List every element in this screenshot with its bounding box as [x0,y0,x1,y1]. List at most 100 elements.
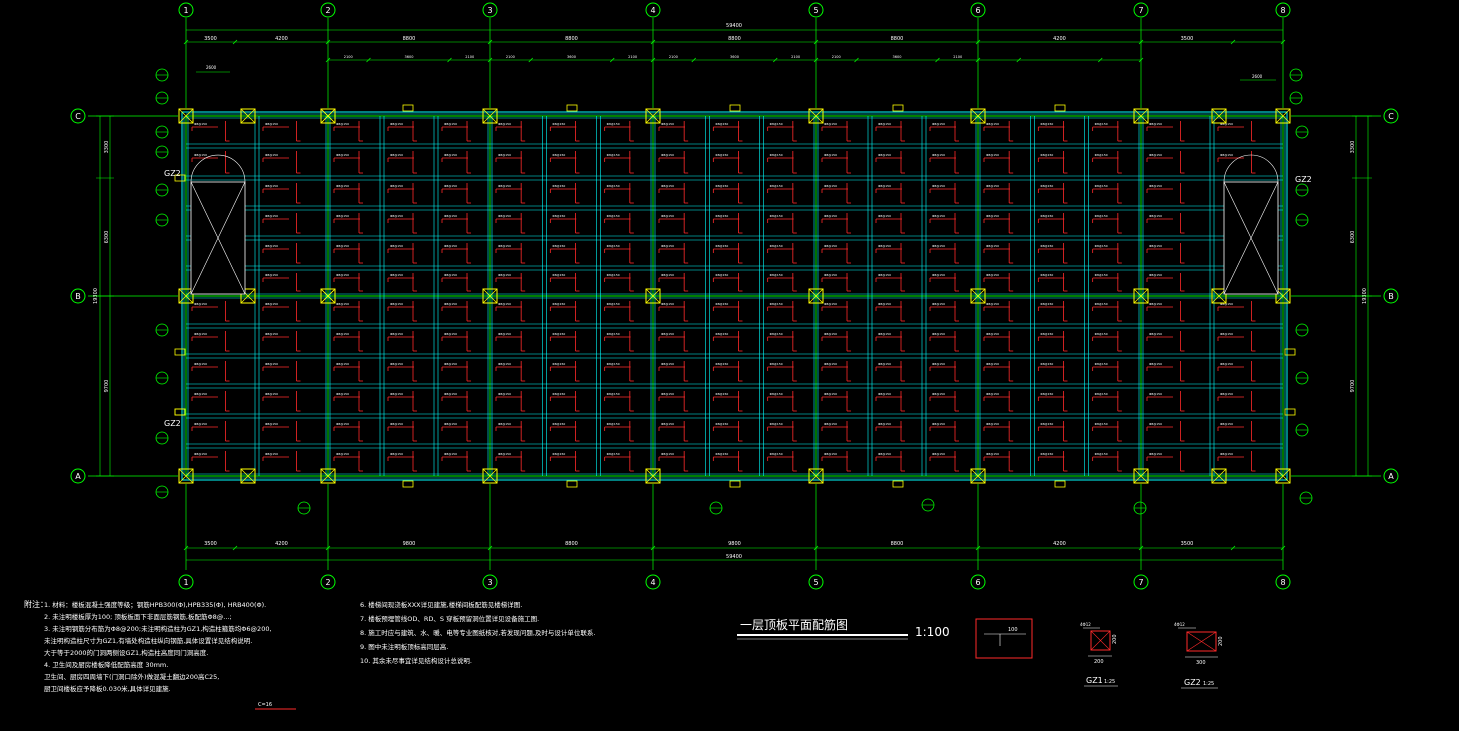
svg-text:Φ8@150: Φ8@150 [265,122,278,126]
svg-text:5: 5 [813,578,818,587]
svg-text:Φ8@150: Φ8@150 [607,184,620,188]
callout-bubble [155,213,169,227]
svg-text:Φ8@150: Φ8@150 [444,422,457,426]
gz-marker [174,408,186,416]
svg-text:Φ8@150: Φ8@150 [607,332,620,336]
note-line: 6. 楼梯间现浇板XXX详见建施,楼梯间板配筋见楼梯详图. [360,600,522,609]
dim-top-total: 59400 [726,23,742,29]
gz1-dim: 200 [1094,659,1104,665]
svg-text:2: 2 [325,6,330,15]
svg-text:Φ8@150: Φ8@150 [824,273,837,277]
gz-marker [174,408,186,416]
callout-bubble [1295,213,1309,227]
svg-text:Φ8@150: Φ8@150 [265,422,278,426]
svg-text:Φ8@150: Φ8@150 [770,244,783,248]
svg-text:Φ8@150: Φ8@150 [1095,184,1108,188]
svg-text:4Φ12: 4Φ12 [1174,622,1185,627]
dim-bottom-total: 59400 [726,554,742,560]
note-line: 2. 未注明楼板厚为100; 顶板板面下非面层筋钢筋,板配筋Φ8@...; [44,612,232,621]
svg-text:Φ8@150: Φ8@150 [770,332,783,336]
svg-text:Φ8@150: Φ8@150 [932,362,945,366]
axis-bubble-top-6: 6 [970,2,986,18]
callout-bubble [155,485,169,499]
gz-marker [1054,104,1066,112]
callout-bubble [155,68,169,82]
svg-text:Φ8@150: Φ8@150 [878,422,891,426]
svg-text:Φ8@150: Φ8@150 [986,422,999,426]
svg-text:Φ8@150: Φ8@150 [552,332,565,336]
svg-text:Φ8@150: Φ8@150 [607,392,620,396]
gz-marker [566,104,578,112]
svg-text:Φ8@150: Φ8@150 [661,302,674,306]
svg-text:Φ8@150: Φ8@150 [770,184,783,188]
axis-bubble-bottom-7: 7 [1133,574,1149,590]
callout-bubble [1299,491,1313,505]
svg-text:Φ8@150: Φ8@150 [390,273,403,277]
svg-text:Φ8@150: Φ8@150 [265,302,278,306]
svg-text:Φ8@150: Φ8@150 [1040,122,1053,126]
notes-bottom-tag: C=16 [258,702,272,708]
note-line: 8. 施工时应与建筑、水、暖、电等专业图纸核对,若发现问题,及时与设计单位联系. [360,628,595,637]
svg-text:Φ8@150: Φ8@150 [986,273,999,277]
dim-sub-top: 3600 [405,55,414,59]
svg-text:Φ8@150: Φ8@150 [498,273,511,277]
note-line: 10. 其余未尽事宜详见结构设计总说明. [360,656,472,665]
gz1-detail: 4Φ12 200 200 GZ1 1:25 [1080,622,1118,687]
callout-bubble [1295,183,1309,197]
svg-text:Φ8@150: Φ8@150 [194,392,207,396]
svg-text:Φ8@150: Φ8@150 [661,214,674,218]
callout-bubble [155,371,169,385]
svg-text:Φ8@150: Φ8@150 [661,362,674,366]
dim-bottom-seg: 9800 [728,541,741,547]
dim-bottom-seg: 3500 [1181,541,1194,547]
svg-text:2: 2 [325,578,330,587]
svg-text:Φ8@150: Φ8@150 [265,273,278,277]
svg-text:Φ8@150: Φ8@150 [1149,214,1162,218]
svg-text:Φ8@150: Φ8@150 [1040,392,1053,396]
svg-text:A: A [1388,472,1394,481]
dim-top-seg: 8800 [728,36,741,42]
svg-text:Φ8@150: Φ8@150 [1220,452,1233,456]
svg-text:Φ8@150: Φ8@150 [607,422,620,426]
svg-text:Φ8@150: Φ8@150 [390,184,403,188]
dim-sub-top: 2100 [506,55,515,59]
dimension-lines: 59400 3500 4200 8800 8800 8800 8800 4200 3500 210… [93,23,1372,561]
svg-text:Φ8@150: Φ8@150 [661,452,674,456]
svg-text:Φ8@150: Φ8@150 [1149,244,1162,248]
svg-text:8: 8 [1280,6,1285,15]
gz-marker [729,104,741,112]
svg-text:Φ8@150: Φ8@150 [1040,362,1053,366]
svg-text:6: 6 [975,578,980,587]
gz2-detail-label: GZ2 [1184,678,1201,687]
axis-bubble-left-B: B [70,288,86,304]
svg-text:Φ8@150: Φ8@150 [444,273,457,277]
svg-text:Φ8@150: Φ8@150 [932,153,945,157]
axis-bubble-bottom-5: 5 [808,574,824,590]
svg-text:Φ8@150: Φ8@150 [390,214,403,218]
svg-text:Φ8@150: Φ8@150 [390,392,403,396]
dim-bottom-seg: 4200 [1053,541,1066,547]
svg-text:Φ8@150: Φ8@150 [986,214,999,218]
dim-sub-top: 2100 [628,55,637,59]
svg-text:Φ8@150: Φ8@150 [770,122,783,126]
gz-marker [174,348,186,356]
svg-text:Φ8@150: Φ8@150 [336,302,349,306]
svg-text:Φ8@150: Φ8@150 [390,452,403,456]
axis-bubble-right-A: A [1383,468,1399,484]
svg-text:Φ8@150: Φ8@150 [265,452,278,456]
svg-text:Φ8@150: Φ8@150 [552,244,565,248]
dim-bottom-seg: 8800 [565,541,578,547]
svg-text:7: 7 [1138,6,1143,15]
dim-sub-top: 2100 [669,55,678,59]
svg-text:Φ8@150: Φ8@150 [1149,153,1162,157]
dim-stair-top-right: 2600 [1252,74,1263,79]
svg-text:C: C [1388,112,1394,121]
gz1-label: GZ1 [1086,676,1103,685]
svg-text:Φ8@150: Φ8@150 [607,122,620,126]
svg-text:Φ8@150: Φ8@150 [932,214,945,218]
svg-text:Φ8@150: Φ8@150 [194,122,207,126]
svg-text:Φ8@150: Φ8@150 [607,452,620,456]
svg-text:Φ8@150: Φ8@150 [444,452,457,456]
axis-bubble-bottom-1: 1 [178,574,194,590]
svg-text:Φ8@150: Φ8@150 [498,122,511,126]
